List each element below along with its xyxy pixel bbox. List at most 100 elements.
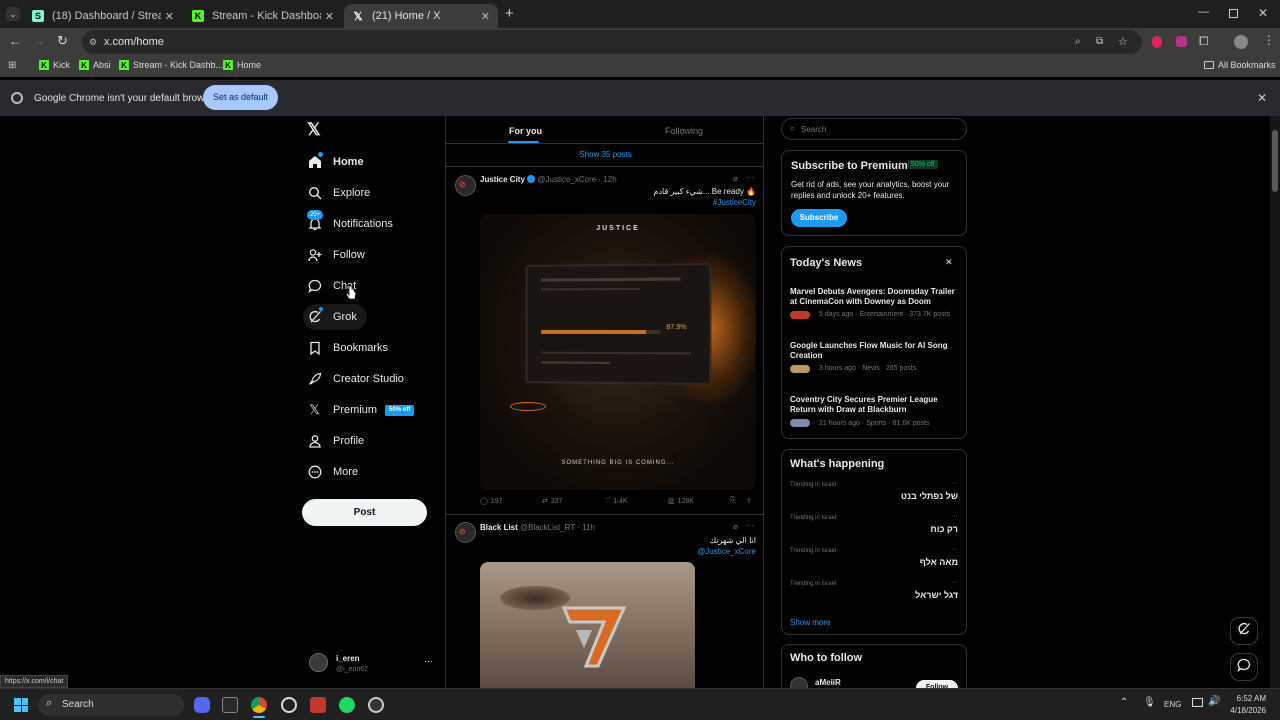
post-button[interactable]: Post	[302, 499, 427, 526]
address-bar[interactable]: ⚙ x.com/home ⌕ ⧉ ☆	[82, 30, 1142, 54]
epic-games-icon[interactable]	[222, 697, 238, 713]
share-button[interactable]: ⇪	[746, 497, 752, 505]
microphone-icon[interactable]: 🎙	[1143, 697, 1156, 708]
all-bookmarks[interactable]: All Bookmarks	[1204, 60, 1276, 70]
bookmark-stream-kick[interactable]: K Stream - Kick Dashb...	[119, 60, 223, 70]
close-tab-icon[interactable]: ✕	[481, 10, 490, 23]
trend-more-icon[interactable]: ···	[951, 546, 958, 553]
close-infobar-icon[interactable]: ✕	[1257, 91, 1267, 105]
x-logo-icon[interactable]: 𝕏	[307, 120, 321, 140]
post-more-icon[interactable]: ···	[746, 521, 754, 530]
obs-icon[interactable]	[281, 697, 297, 713]
like-button[interactable]: ♡ 1.4K	[604, 497, 628, 506]
bookmark-star-icon[interactable]: ☆	[1118, 30, 1128, 54]
bookmark-home[interactable]: K Home	[223, 60, 261, 70]
suggested-user-name[interactable]: aMeiiR	[815, 678, 841, 687]
nav-more[interactable]: More	[307, 459, 358, 485]
post-hashtag[interactable]: #JusticeCity	[713, 198, 756, 207]
news-headline[interactable]: Coventry City Secures Premier League Ret…	[790, 395, 960, 415]
post-image[interactable]: JUSTICE 87.9% SOMETHING BIG IS COMING...	[480, 214, 756, 490]
tab-search-button[interactable]: ⌄	[6, 7, 20, 21]
show-posts-link[interactable]: Show 35 posts	[446, 150, 763, 159]
spotify-icon[interactable]	[339, 697, 355, 713]
chevron-up-icon[interactable]: ⌃	[1120, 697, 1128, 708]
profile-avatar-icon[interactable]	[1234, 35, 1248, 49]
nav-grok[interactable]: Grok	[303, 304, 367, 330]
news-headline[interactable]: Marvel Debuts Avengers: Doomsday Trailer…	[790, 287, 960, 307]
post-black-list[interactable]: ⊘ Black List @BlackList_RT · 11h ⌀ ··· ا…	[446, 515, 763, 688]
apps-grid-icon[interactable]: ⊞	[8, 60, 16, 71]
chat-floating-button[interactable]	[1230, 653, 1258, 681]
chrome-icon[interactable]	[251, 697, 267, 713]
news-headline[interactable]: Google Launches Flow Music for AI Song C…	[790, 341, 960, 361]
tab-streamlabs[interactable]: S (18) Dashboard / Streamlabs ✕	[24, 4, 182, 28]
clock-time[interactable]: 6:52 AM	[1230, 694, 1266, 703]
set-default-button[interactable]: Set as default	[203, 85, 278, 110]
tab-x-home[interactable]: 𝕏 (21) Home / X ✕	[344, 4, 498, 28]
avatar[interactable]: ⊘	[455, 175, 476, 196]
maximize-button[interactable]	[1229, 9, 1238, 18]
menu-kebab-icon[interactable]: ⋮	[1263, 33, 1275, 47]
taskbar-search[interactable]: ⌕ Search	[38, 694, 184, 716]
grok-post-icon[interactable]: ⌀	[733, 522, 738, 531]
nav-bookmarks[interactable]: Bookmarks	[307, 335, 388, 361]
tab-kick-dashboard[interactable]: K Stream - Kick Dashboard ✕	[184, 4, 342, 28]
trend-more-icon[interactable]: ···	[951, 579, 958, 586]
nav-explore[interactable]: Explore	[307, 180, 370, 206]
subscribe-button[interactable]: Subscribe	[791, 209, 847, 227]
volume-icon[interactable]: 🔊	[1208, 696, 1220, 707]
close-tab-icon[interactable]: ✕	[325, 10, 334, 23]
reply-button[interactable]: ◯ 197	[480, 497, 503, 506]
post-mention[interactable]: @Justice_xCore	[697, 547, 756, 556]
windows-start-icon[interactable]	[14, 698, 28, 712]
streamlabs-icon[interactable]	[368, 697, 384, 713]
extension-red-icon[interactable]	[1152, 36, 1162, 48]
repost-button[interactable]: ⇄ 337	[542, 497, 563, 506]
minimize-button[interactable]: —	[1198, 6, 1209, 18]
nav-notifications[interactable]: Notifications 20+	[307, 210, 393, 237]
close-tab-icon[interactable]: ✕	[165, 10, 174, 23]
post-justice-city[interactable]: ⊘ Justice City @Justice_xCore · 12h ⌀ ··…	[446, 167, 763, 513]
language-indicator[interactable]: ENG	[1164, 700, 1181, 709]
extensions-puzzle-icon[interactable]: ⧠	[1199, 34, 1209, 49]
tab-following[interactable]: Following	[665, 126, 703, 136]
bookmark-absi[interactable]: K Absi	[79, 60, 111, 70]
extension-purple-icon[interactable]	[1176, 36, 1187, 47]
tab-for-you[interactable]: For you	[509, 126, 542, 136]
bookmark-kick[interactable]: K Kick	[39, 60, 70, 70]
close-window-button[interactable]: ✕	[1258, 6, 1268, 20]
new-tab-button[interactable]: +	[505, 5, 514, 22]
post-author-name[interactable]: Justice City	[480, 175, 525, 184]
discord-icon[interactable]	[194, 697, 210, 713]
trend-more-icon[interactable]: ···	[951, 480, 958, 487]
zoom-icon[interactable]: ⌕	[1075, 30, 1081, 54]
trend-more-icon[interactable]: ···	[951, 513, 958, 520]
account-switcher[interactable]: i_eren @i_erin67 ···	[307, 650, 435, 678]
reload-icon[interactable]: ↻	[57, 33, 68, 49]
post-author-name[interactable]: Black List	[480, 523, 518, 532]
forward-icon[interactable]: →	[33, 34, 45, 48]
close-news-icon[interactable]: ✕	[945, 257, 953, 268]
nav-profile[interactable]: Profile	[307, 428, 364, 454]
clock-date[interactable]: 4/18/2026	[1224, 706, 1266, 715]
grok-post-icon[interactable]: ⌀	[733, 174, 738, 183]
nav-premium[interactable]: 𝕏 Premium 50% off	[307, 397, 415, 423]
site-info-icon[interactable]: ⚙	[89, 30, 97, 54]
nav-follow[interactable]: Follow	[307, 242, 365, 268]
bookmark-post-button[interactable]: ⎘	[730, 497, 736, 505]
scrollbar-thumb[interactable]	[1272, 130, 1278, 192]
search-input[interactable]: ⌕ Search	[781, 118, 967, 140]
avatar[interactable]: ⊘	[455, 522, 476, 543]
back-icon[interactable]: ←	[9, 34, 21, 48]
post-more-icon[interactable]: ···	[746, 173, 754, 182]
grok-floating-button[interactable]	[1230, 617, 1258, 645]
page-scrollbar[interactable]	[1270, 116, 1280, 688]
install-app-icon[interactable]: ⧉	[1096, 30, 1103, 54]
show-more-link[interactable]: Show more	[790, 618, 830, 627]
views-button[interactable]: ▥ 128K	[668, 497, 694, 506]
nav-creator-studio[interactable]: Creator Studio	[307, 366, 404, 392]
media-app-icon[interactable]	[310, 697, 326, 713]
post-image[interactable]	[480, 562, 695, 688]
display-icon[interactable]	[1192, 698, 1203, 707]
nav-home[interactable]: Home	[307, 149, 364, 175]
